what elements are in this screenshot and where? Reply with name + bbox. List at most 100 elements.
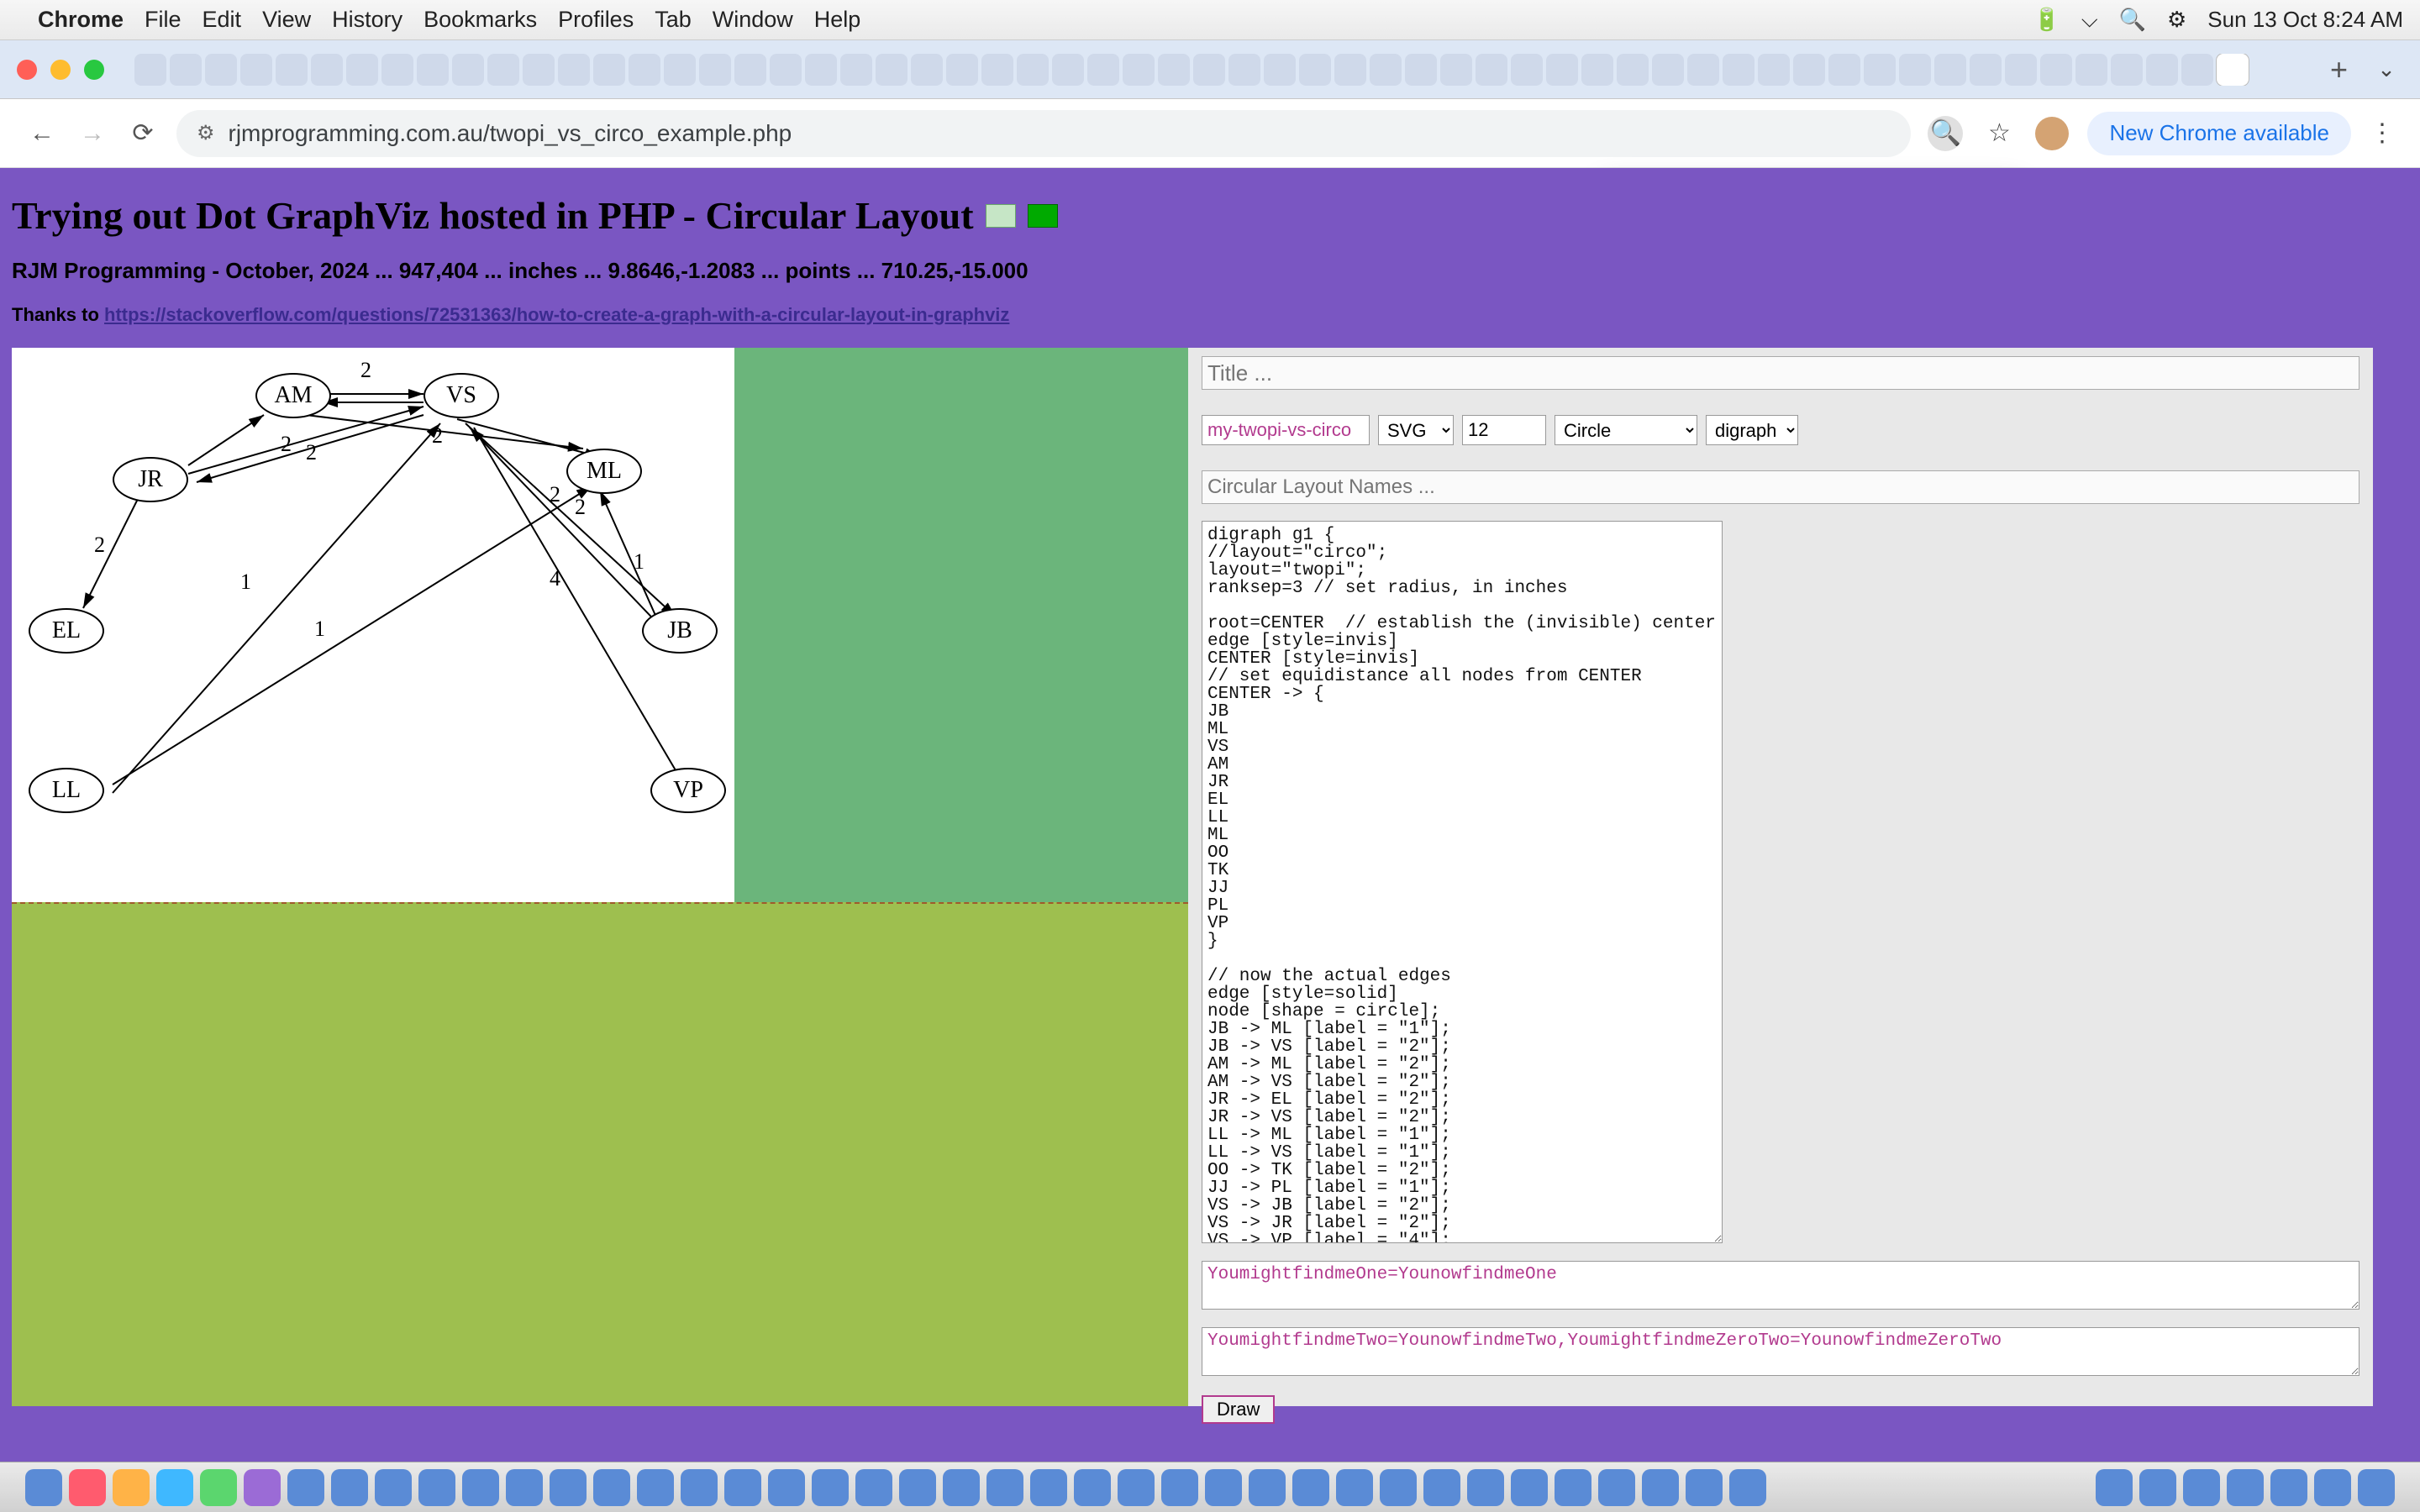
browser-tab[interactable] xyxy=(417,54,449,86)
forward-button[interactable]: → xyxy=(76,117,109,150)
dock-app-icon[interactable] xyxy=(506,1469,543,1506)
browser-tab[interactable] xyxy=(523,54,555,86)
browser-tab[interactable] xyxy=(2005,54,2037,86)
app-name[interactable]: Chrome xyxy=(38,7,124,33)
dock-app-icon[interactable] xyxy=(200,1469,237,1506)
dock-app-icon[interactable] xyxy=(1467,1469,1504,1506)
browser-tab[interactable] xyxy=(134,54,166,86)
dock-app-icon[interactable] xyxy=(2183,1469,2220,1506)
browser-tab[interactable] xyxy=(1581,54,1613,86)
dock-app-icon[interactable] xyxy=(2314,1469,2351,1506)
dock-app-icon[interactable] xyxy=(1423,1469,1460,1506)
browser-tab[interactable] xyxy=(2075,54,2107,86)
dock-app-icon[interactable] xyxy=(681,1469,718,1506)
browser-tab[interactable] xyxy=(1899,54,1931,86)
browser-tab[interactable] xyxy=(699,54,731,86)
profile-avatar[interactable] xyxy=(2035,117,2069,150)
browser-tab[interactable] xyxy=(558,54,590,86)
dock-app-icon[interactable] xyxy=(2096,1469,2133,1506)
dock-app-icon[interactable] xyxy=(331,1469,368,1506)
reload-button[interactable]: ⟳ xyxy=(126,117,160,150)
filename-input[interactable] xyxy=(1202,415,1370,445)
size-input[interactable] xyxy=(1462,415,1546,445)
browser-tab[interactable] xyxy=(452,54,484,86)
dock-app-icon[interactable] xyxy=(25,1469,62,1506)
bookmark-star-icon[interactable]: ☆ xyxy=(1981,116,2017,151)
browser-tab[interactable] xyxy=(2181,54,2213,86)
dock-app-icon[interactable] xyxy=(1292,1469,1329,1506)
browser-tab[interactable] xyxy=(1158,54,1190,86)
dock-app-icon[interactable] xyxy=(1511,1469,1548,1506)
browser-tab[interactable] xyxy=(770,54,802,86)
dock-app-icon[interactable] xyxy=(1161,1469,1198,1506)
new-tab-button[interactable]: + xyxy=(2330,52,2348,87)
dock-app-icon[interactable] xyxy=(1030,1469,1067,1506)
browser-tab[interactable] xyxy=(2111,54,2143,86)
browser-tab[interactable] xyxy=(1193,54,1225,86)
dock-app-icon[interactable] xyxy=(768,1469,805,1506)
browser-tab[interactable] xyxy=(1793,54,1825,86)
browser-tab[interactable] xyxy=(805,54,837,86)
browser-tab[interactable] xyxy=(2146,54,2178,86)
browser-tab[interactable] xyxy=(593,54,625,86)
menu-view[interactable]: View xyxy=(262,7,311,33)
browser-tab[interactable] xyxy=(1864,54,1896,86)
dock-app-icon[interactable] xyxy=(1118,1469,1155,1506)
draw-button[interactable]: Draw xyxy=(1202,1395,1275,1424)
replace-line-1[interactable] xyxy=(1202,1261,2360,1310)
browser-tab[interactable] xyxy=(840,54,872,86)
spotlight-icon[interactable]: 🔍 xyxy=(2119,7,2146,33)
dock-app-icon[interactable] xyxy=(1642,1469,1679,1506)
dock-app-icon[interactable] xyxy=(244,1469,281,1506)
dock-app-icon[interactable] xyxy=(1598,1469,1635,1506)
browser-tab[interactable] xyxy=(1723,54,1754,86)
browser-tab[interactable] xyxy=(1087,54,1119,86)
dock-app-icon[interactable] xyxy=(593,1469,630,1506)
dock-app-icon[interactable] xyxy=(375,1469,412,1506)
browser-tab[interactable] xyxy=(276,54,308,86)
browser-tab[interactable] xyxy=(1652,54,1684,86)
menu-file[interactable]: File xyxy=(145,7,182,33)
menu-bookmarks[interactable]: Bookmarks xyxy=(424,7,537,33)
dock-app-icon[interactable] xyxy=(1686,1469,1723,1506)
dock-app-icon[interactable] xyxy=(943,1469,980,1506)
browser-tab[interactable] xyxy=(1687,54,1719,86)
engine-select[interactable]: digraph xyxy=(1706,415,1798,445)
back-button[interactable]: ← xyxy=(25,117,59,150)
browser-tab[interactable] xyxy=(1546,54,1578,86)
browser-tab[interactable] xyxy=(1970,54,2002,86)
dock-app-icon[interactable] xyxy=(1336,1469,1373,1506)
maximize-window-icon[interactable] xyxy=(84,60,104,80)
browser-tab[interactable] xyxy=(1405,54,1437,86)
browser-tab[interactable] xyxy=(1299,54,1331,86)
browser-tab[interactable] xyxy=(1617,54,1649,86)
chrome-update-button[interactable]: New Chrome available xyxy=(2087,112,2351,155)
chrome-menu-icon[interactable]: ⋮ xyxy=(2370,118,2395,148)
dock-app-icon[interactable] xyxy=(1380,1469,1417,1506)
dock-app-icon[interactable] xyxy=(1729,1469,1766,1506)
replace-line-2[interactable] xyxy=(1202,1327,2360,1376)
minimize-window-icon[interactable] xyxy=(50,60,71,80)
menu-tab[interactable]: Tab xyxy=(655,7,692,33)
zoom-icon[interactable]: 🔍 xyxy=(1928,116,1963,151)
browser-tab[interactable] xyxy=(1476,54,1507,86)
browser-tab[interactable] xyxy=(170,54,202,86)
browser-tab[interactable] xyxy=(346,54,378,86)
browser-tab[interactable] xyxy=(381,54,413,86)
site-settings-icon[interactable]: ⚙ xyxy=(197,121,215,145)
browser-tab[interactable] xyxy=(1052,54,1084,86)
dock-app-icon[interactable] xyxy=(1074,1469,1111,1506)
tab-overflow-button[interactable]: ⌄ xyxy=(2370,53,2403,87)
battery-icon[interactable]: 🔋 xyxy=(2033,7,2060,33)
macos-dock[interactable] xyxy=(0,1462,2420,1512)
browser-tab[interactable] xyxy=(1228,54,1260,86)
omnibox[interactable]: ⚙ rjmprogramming.com.au/twopi_vs_circo_e… xyxy=(176,110,1911,157)
dock-app-icon[interactable] xyxy=(2139,1469,2176,1506)
dock-app-icon[interactable] xyxy=(1555,1469,1591,1506)
title-input[interactable] xyxy=(1202,356,2360,390)
menu-window[interactable]: Window xyxy=(713,7,793,33)
browser-tab[interactable] xyxy=(1264,54,1296,86)
menu-profiles[interactable]: Profiles xyxy=(558,7,634,33)
browser-tab[interactable] xyxy=(1017,54,1049,86)
shape-select[interactable]: Circle xyxy=(1555,415,1697,445)
